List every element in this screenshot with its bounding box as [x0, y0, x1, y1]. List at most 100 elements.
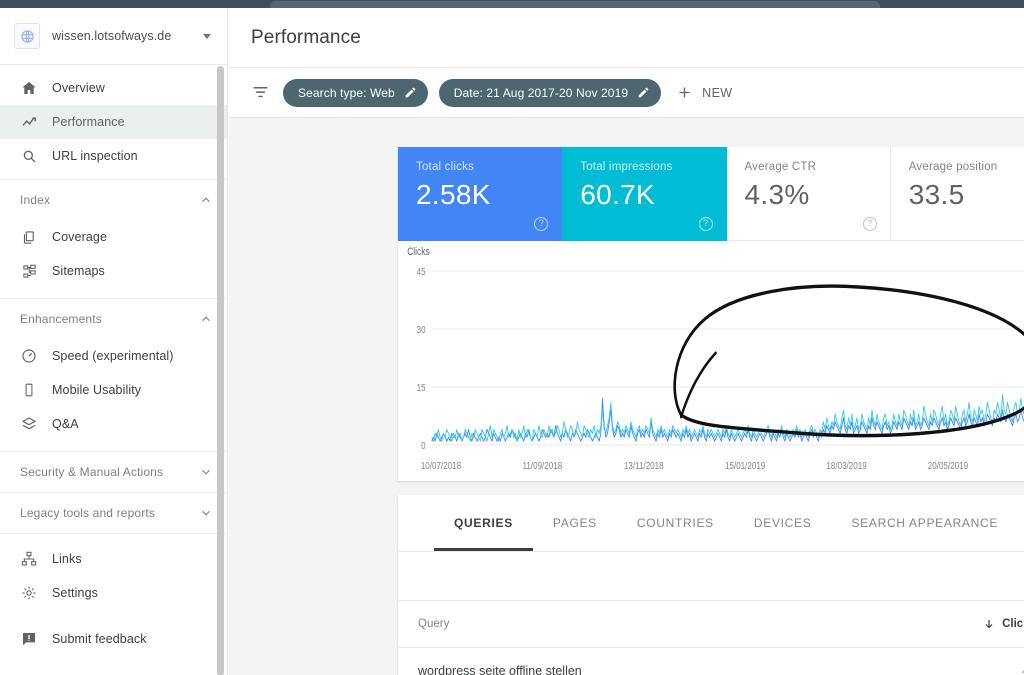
help-icon[interactable]: ? [862, 217, 877, 231]
sidebar-item-label: Links [52, 552, 82, 566]
sitemap-icon [20, 262, 38, 280]
sidebar: wissen.lotsofways.de Overview Performanc… [0, 8, 228, 675]
svg-text:18/03/2019: 18/03/2019 [826, 460, 866, 471]
feedback-icon [20, 630, 38, 648]
metric-total-impressions[interactable]: Total impressions 60.7K ? [562, 147, 727, 241]
chart-svg: Clicks 0 15 30 45 10/07/2018 11/09/2018 13/11/2… [407, 246, 1024, 471]
gear-icon [20, 584, 38, 602]
new-filter-button[interactable]: NEW [676, 84, 732, 101]
column-header-query[interactable]: Query [418, 618, 983, 630]
filter-icon[interactable] [251, 83, 271, 103]
browser-active-tab[interactable] [270, 1, 880, 8]
page-title: Performance [251, 26, 361, 48]
tab-queries[interactable]: QUERIES [434, 495, 533, 551]
metric-average-ctr[interactable]: Average CTR 4.3% ? [726, 147, 891, 241]
chevron-up-icon[interactable] [199, 193, 213, 207]
tab-devices[interactable]: DEVICES [734, 495, 832, 551]
section-label: Enhancements [20, 312, 102, 326]
filter-chip-search-type[interactable]: Search type: Web [283, 78, 428, 107]
nav-primary: Overview Performance URL inspection [0, 65, 227, 179]
column-header-clicks[interactable]: Clicks [983, 618, 1024, 630]
sidebar-item-speed[interactable]: Speed (experimental) [0, 339, 227, 373]
sidebar-item-overview[interactable]: Overview [0, 71, 227, 105]
tab-label: SEARCH APPEARANCE [851, 516, 999, 530]
chip-label: Date: 21 Aug 2017-20 Nov 2019 [453, 85, 629, 100]
search-icon [20, 147, 38, 165]
chevron-up-icon[interactable] [199, 312, 213, 326]
sidebar-item-label: Settings [52, 586, 98, 600]
help-icon[interactable]: ? [698, 217, 713, 231]
sidebar-item-mobile-usability[interactable]: Mobile Usability [0, 373, 227, 407]
mobile-icon [20, 381, 38, 399]
svg-text:0: 0 [421, 440, 425, 451]
sidebar-item-label: Mobile Usability [52, 383, 142, 397]
sidebar-section-enhancements[interactable]: Enhancements [0, 299, 227, 339]
dimension-table-card: QUERIES PAGES COUNTRIES DEVICES SEARCH A… [398, 495, 1024, 675]
metric-label: Average CTR [744, 161, 817, 173]
sidebar-scrollbar-thumb[interactable] [217, 66, 224, 675]
tab-label: COUNTRIES [636, 516, 714, 530]
svg-text:15/01/2019: 15/01/2019 [725, 460, 765, 471]
sidebar-item-url-inspection[interactable]: URL inspection [0, 139, 227, 173]
svg-text:30: 30 [417, 324, 426, 335]
app-root: wissen.lotsofways.de Overview Performanc… [0, 0, 1024, 675]
table-row[interactable]: wordpress seite offline stellen 49 [398, 648, 1024, 675]
sidebar-item-links[interactable]: Links [0, 542, 227, 576]
sidebar-item-label: URL inspection [52, 149, 138, 163]
table-toolbar [398, 552, 1024, 600]
sidebar-item-label: Coverage [52, 230, 107, 244]
metric-value: 33.5 [908, 179, 965, 210]
tab-label: PAGES [552, 516, 597, 530]
chevron-down-icon[interactable] [199, 506, 213, 520]
tab-search-appearance[interactable]: SEARCH APPEARANCE [831, 495, 1018, 551]
sidebar-item-sitemaps[interactable]: Sitemaps [0, 254, 227, 288]
sidebar-item-coverage[interactable]: Coverage [0, 220, 227, 254]
sidebar-section-security[interactable]: Security & Manual Actions [0, 452, 227, 492]
metric-label: Total impressions [580, 161, 673, 173]
metric-total-clicks[interactable]: Total clicks 2.58K ? [398, 147, 563, 241]
pencil-icon[interactable] [637, 86, 650, 99]
sidebar-item-label: Overview [52, 81, 105, 95]
metric-average-position[interactable]: Average position 33.5 ? [890, 147, 1024, 241]
browser-tab-bar [0, 0, 1024, 8]
sidebar-item-settings[interactable]: Settings [0, 576, 227, 610]
chevron-down-icon[interactable] [199, 465, 213, 479]
sidebar-item-performance[interactable]: Performance [0, 105, 227, 139]
svg-text:Clicks: Clicks [407, 246, 430, 258]
chip-label: Search type: Web [298, 85, 395, 100]
tab-label: DEVICES [753, 516, 812, 530]
tab-countries[interactable]: COUNTRIES [617, 495, 734, 551]
svg-text:45: 45 [417, 266, 426, 277]
svg-text:20/05/2019: 20/05/2019 [928, 460, 968, 471]
svg-text:10/07/2018: 10/07/2018 [421, 460, 461, 471]
main-area: Performance Search type: Web Date: 21 Au… [229, 8, 1024, 675]
page-header: Performance [229, 8, 1024, 68]
pencil-icon[interactable] [404, 86, 417, 99]
cell-query: wordpress seite offline stellen [418, 663, 582, 675]
sidebar-item-label: Speed (experimental) [52, 349, 174, 363]
help-icon[interactable]: ? [534, 217, 549, 231]
speedometer-icon [20, 347, 38, 365]
tab-pages[interactable]: PAGES [533, 495, 617, 551]
sidebar-item-submit-feedback[interactable]: Submit feedback [0, 622, 227, 656]
plus-icon [676, 84, 693, 101]
dimension-tabs: QUERIES PAGES COUNTRIES DEVICES SEARCH A… [398, 495, 1024, 551]
pages-icon [20, 228, 38, 246]
metric-tiles: Total clicks 2.58K ? Total impressions 6… [398, 147, 1024, 241]
property-selector[interactable]: wissen.lotsofways.de [0, 8, 227, 65]
tab-label: QUERIES [454, 516, 513, 530]
sidebar-item-qa[interactable]: Q&A [0, 407, 227, 441]
metric-value: 2.58K [416, 179, 491, 210]
column-header-clicks-label: Clicks [1002, 618, 1024, 630]
metric-value: 4.3% [744, 179, 810, 210]
filter-chip-date[interactable]: Date: 21 Aug 2017-20 Nov 2019 [438, 78, 662, 107]
chevron-down-icon[interactable] [203, 33, 211, 39]
metric-label: Total clicks [416, 161, 474, 173]
sidebar-item-label: Performance [52, 115, 125, 129]
sidebar-section-legacy[interactable]: Legacy tools and reports [0, 493, 227, 533]
home-icon [20, 79, 38, 97]
section-label: Index [20, 193, 51, 207]
sidebar-scrollbar[interactable] [216, 66, 227, 675]
sidebar-section-index[interactable]: Index [0, 180, 227, 220]
layers-icon [20, 415, 38, 433]
